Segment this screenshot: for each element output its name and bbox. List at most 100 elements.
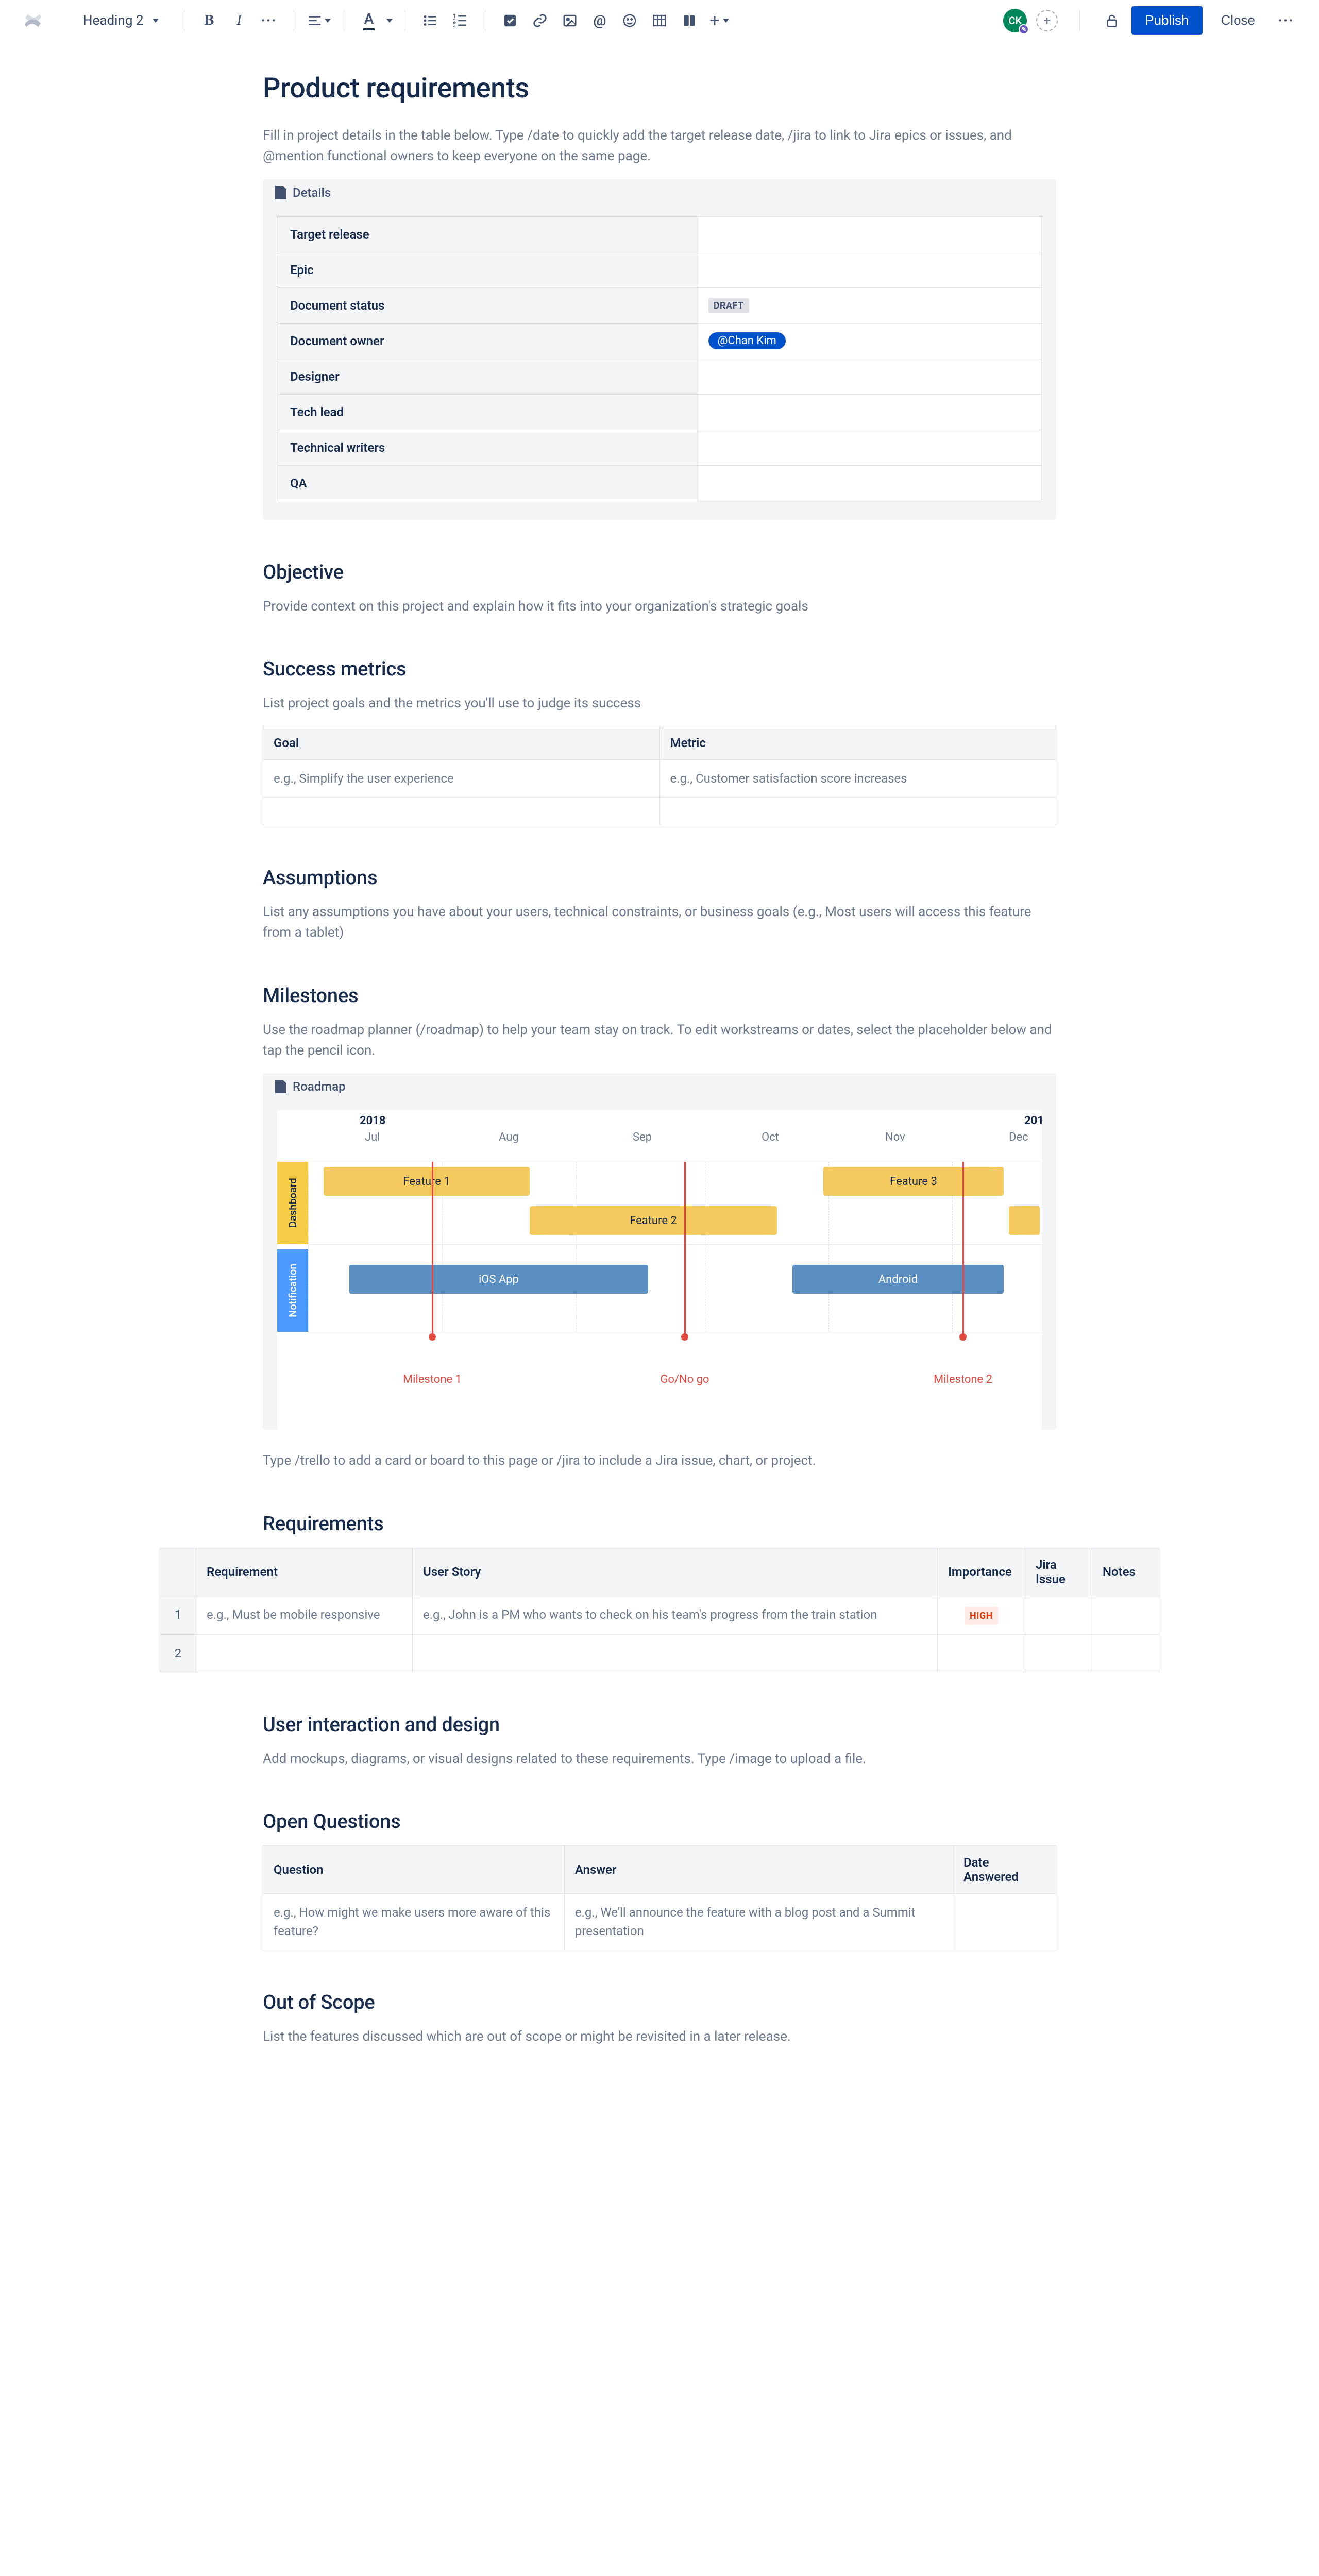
heading-objective[interactable]: Objective (263, 561, 1056, 584)
feature-bar[interactable] (1009, 1206, 1040, 1235)
more-formatting-button[interactable]: ··· (257, 8, 281, 33)
value[interactable] (698, 252, 1041, 287)
goal-cell[interactable]: e.g., Simplify the user experience (263, 760, 660, 798)
link-button[interactable] (528, 8, 552, 33)
value[interactable] (698, 430, 1041, 465)
col-story[interactable]: User Story (413, 1548, 938, 1596)
details-table[interactable]: Target release Epic Document status DRAF… (277, 216, 1042, 501)
details-macro[interactable]: Details Target release Epic Document sta… (263, 179, 1056, 520)
image-button[interactable] (557, 8, 582, 33)
col-notes[interactable]: Notes (1092, 1548, 1159, 1596)
restrictions-button[interactable] (1102, 10, 1122, 31)
italic-button[interactable]: I (227, 8, 251, 33)
label[interactable]: Designer (278, 359, 698, 394)
emoji-button[interactable] (617, 8, 642, 33)
metric-cell[interactable]: e.g., Customer satisfaction score increa… (660, 760, 1056, 798)
jira-cell[interactable] (1025, 1596, 1092, 1634)
uid-body[interactable]: Add mockups, diagrams, or visual designs… (263, 1749, 1056, 1769)
feature-bar[interactable]: Android (792, 1265, 1004, 1294)
page-content[interactable]: Product requirements Fill in project det… (263, 72, 1056, 2047)
intro-text[interactable]: Fill in project details in the table bel… (263, 125, 1056, 167)
assumptions-body[interactable]: List any assumptions you have about your… (263, 902, 1056, 943)
feature-bar[interactable]: iOS App (349, 1265, 648, 1294)
col-goal[interactable]: Goal (263, 726, 660, 760)
row-number[interactable]: 1 (160, 1596, 196, 1634)
roadmap-macro[interactable]: Roadmap 2018 2019 Jul Aug Sep Oct Nov De… (263, 1073, 1056, 1430)
mention-button[interactable]: @ (587, 8, 612, 33)
metric-cell[interactable] (660, 798, 1056, 825)
value[interactable]: @Chan Kim (698, 323, 1041, 359)
label[interactable]: Target release (278, 216, 698, 252)
question-cell[interactable]: e.g., How might we make users more aware… (263, 1893, 565, 1950)
open-questions-table[interactable]: Question Answer Date Answered e.g., How … (263, 1845, 1056, 1950)
col-importance[interactable]: Importance (938, 1548, 1025, 1596)
col-num[interactable] (160, 1548, 196, 1596)
answer-cell[interactable]: e.g., We'll announce the feature with a … (564, 1893, 953, 1950)
story-cell[interactable] (413, 1634, 938, 1672)
label[interactable]: QA (278, 465, 698, 501)
date-cell[interactable] (953, 1893, 1056, 1950)
scope-body[interactable]: List the features discussed which are ou… (263, 2026, 1056, 2047)
roadmap-chart[interactable]: 2018 2019 Jul Aug Sep Oct Nov Dec Dashbo… (277, 1110, 1042, 1430)
col-req[interactable]: Requirement (196, 1548, 413, 1596)
success-metrics-table[interactable]: Goal Metric e.g., Simplify the user expe… (263, 726, 1056, 825)
value[interactable] (698, 359, 1041, 394)
user-mention[interactable]: @Chan Kim (708, 332, 786, 349)
importance-badge[interactable]: HIGH (965, 1607, 998, 1625)
col-answer[interactable]: Answer (564, 1845, 953, 1893)
notes-cell[interactable] (1092, 1596, 1159, 1634)
notes-cell[interactable] (1092, 1634, 1159, 1672)
feature-bar[interactable]: Feature 1 (324, 1167, 530, 1196)
goal-cell[interactable] (263, 798, 660, 825)
value[interactable]: DRAFT (698, 287, 1041, 323)
heading-open-questions[interactable]: Open Questions (263, 1810, 1056, 1833)
table-button[interactable] (647, 8, 672, 33)
label[interactable]: Tech lead (278, 394, 698, 430)
heading-success-metrics[interactable]: Success metrics (263, 658, 1056, 681)
text-style-select[interactable]: Heading 2 (79, 10, 172, 31)
action-item-button[interactable] (498, 8, 522, 33)
req-cell[interactable] (196, 1634, 413, 1672)
col-date[interactable]: Date Answered (953, 1845, 1056, 1893)
col-question[interactable]: Question (263, 1845, 565, 1893)
objective-body[interactable]: Provide context on this project and expl… (263, 596, 1056, 617)
heading-milestones[interactable]: Milestones (263, 985, 1056, 1007)
milestones-footer[interactable]: Type /trello to add a card or board to t… (263, 1450, 1056, 1471)
value[interactable] (698, 465, 1041, 501)
label[interactable]: Epic (278, 252, 698, 287)
page-title[interactable]: Product requirements (263, 72, 1056, 105)
importance-cell[interactable] (938, 1634, 1025, 1672)
align-button[interactable] (307, 8, 331, 33)
close-button[interactable]: Close (1212, 6, 1264, 35)
label[interactable]: Document owner (278, 323, 698, 359)
bold-button[interactable]: B (197, 8, 222, 33)
success-body[interactable]: List project goals and the metrics you'l… (263, 693, 1056, 714)
jira-cell[interactable] (1025, 1634, 1092, 1672)
heading-requirements[interactable]: Requirements (263, 1513, 1056, 1535)
value[interactable] (698, 216, 1041, 252)
label[interactable]: Technical writers (278, 430, 698, 465)
importance-cell[interactable]: HIGH (938, 1596, 1025, 1634)
col-jira[interactable]: Jira Issue (1025, 1548, 1092, 1596)
user-avatar[interactable]: CK ✎ (1003, 9, 1027, 32)
bullet-list-button[interactable] (418, 8, 443, 33)
col-metric[interactable]: Metric (660, 726, 1056, 760)
publish-button[interactable]: Publish (1131, 6, 1202, 35)
label[interactable]: Document status (278, 287, 698, 323)
req-cell[interactable]: e.g., Must be mobile responsive (196, 1596, 413, 1634)
feature-bar[interactable]: Feature 3 (823, 1167, 1004, 1196)
heading-assumptions[interactable]: Assumptions (263, 867, 1056, 889)
heading-scope[interactable]: Out of Scope (263, 1991, 1056, 2014)
value[interactable] (698, 394, 1041, 430)
add-collaborator-button[interactable]: + (1036, 10, 1058, 31)
insert-more-button[interactable]: + (707, 8, 732, 33)
heading-uid[interactable]: User interaction and design (263, 1714, 1056, 1736)
row-number[interactable]: 2 (160, 1634, 196, 1672)
layouts-button[interactable] (677, 8, 702, 33)
number-list-button[interactable]: 123 (448, 8, 472, 33)
milestones-body[interactable]: Use the roadmap planner (/roadmap) to he… (263, 1020, 1056, 1061)
feature-bar[interactable]: Feature 2 (530, 1206, 777, 1235)
requirements-table[interactable]: Requirement User Story Importance Jira I… (160, 1548, 1159, 1672)
story-cell[interactable]: e.g., John is a PM who wants to check on… (413, 1596, 938, 1634)
status-badge[interactable]: DRAFT (708, 298, 749, 313)
